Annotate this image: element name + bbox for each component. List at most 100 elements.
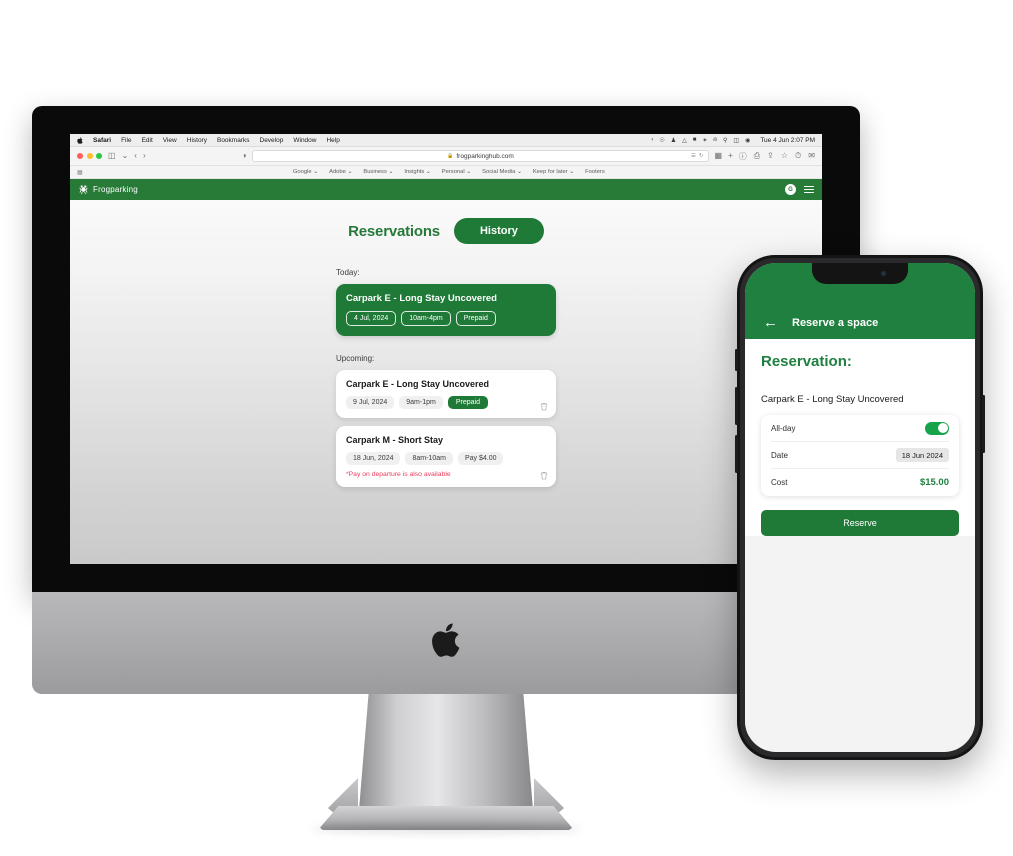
bookmark-business[interactable]: Business ⌄ [363,169,393,175]
chip-status: Prepaid [447,396,488,409]
menu-help[interactable]: Help [326,137,339,144]
forward-button-icon[interactable]: › [143,152,146,160]
imac-stand-neck [358,694,534,822]
headphones-icon[interactable]: ♟ [671,137,676,144]
menu-edit[interactable]: Edit [142,137,153,144]
menu-bookmarks[interactable]: Bookmarks [217,137,250,144]
menubar-clock[interactable]: Tue 4 Jun 2:07 PM [760,137,815,144]
bookmark-star-icon[interactable]: ☆ [781,151,788,162]
all-day-toggle[interactable] [925,421,949,435]
url-text: frogparkinghub.com [456,152,514,160]
reservations-list: Today: Carpark E - Long Stay Uncovered 4… [336,268,556,487]
chip-date: 4 Jul, 2024 [346,311,397,326]
imac-shadow [311,824,581,834]
address-bar[interactable]: 🔒 frogparkinghub.com ☰ ↻ [252,150,709,162]
battery-icon[interactable]: ■ [693,137,697,143]
app-body: Reservations History Today: Carpark E - … [70,200,822,564]
chip-time: 9am-1pm [399,396,443,409]
print-icon[interactable]: ⎙ [754,151,760,162]
sidebar-icon[interactable]: ◫ [108,152,116,160]
card-title: Carpark M - Short Stay [346,435,444,445]
pay-on-departure-note: *Pay on departure is also available [346,471,451,478]
tab-reservations[interactable]: Reservations [348,223,440,240]
menubar-status-icons: ‹ ☉ ♟ △ ■ ✶ ⍝ ⚲ ◫ ◉ [651,137,750,144]
refresh-icon[interactable]: ↻ [699,153,704,159]
menu-view[interactable]: View [163,137,177,144]
chip-time: 8am-10am [405,452,453,465]
privacy-shield-icon[interactable]: ◑ [242,152,247,160]
chevron-down-icon[interactable]: ⌄ [122,152,129,160]
bookmark-social-media[interactable]: Social Media ⌄ [482,169,522,175]
upcoming-reservation-card[interactable]: Carpark M - Short Stay 18 Jun, 2024 8am-… [336,426,556,487]
bookmark-insights[interactable]: Insights ⌄ [404,169,430,175]
phone-heading: Reservation: [761,353,852,370]
cost-value: $15.00 [919,477,949,488]
apple-icon[interactable] [77,136,83,144]
bookmark-google[interactable]: Google ⌄ [293,169,318,175]
siri-icon[interactable]: ◉ [745,137,750,144]
brand[interactable]: Frogparking [78,184,138,195]
avatar[interactable]: G [785,184,796,195]
arrow-left-icon[interactable]: ← [763,315,778,330]
today-reservation-card[interactable]: Carpark E - Long Stay Uncovered 4 Jul, 2… [336,284,556,336]
section-label-today: Today: [336,268,360,277]
frog-logo-icon [79,185,88,195]
wifi-icon[interactable]: ⍝ [713,137,717,144]
maximize-window-button[interactable] [96,153,102,159]
app-header: Frogparking G [70,179,822,200]
row-date[interactable]: Date 18 Jun 2024 [771,442,949,469]
phone-empty-area [745,536,975,736]
control-center-icon[interactable]: ◫ [733,137,739,144]
back-button-icon[interactable]: ‹ [134,152,137,160]
menu-develop[interactable]: Develop [260,137,284,144]
menu-file[interactable]: File [121,137,131,144]
bookmark-personal[interactable]: Personal ⌄ [442,169,471,175]
phone-nav-title: Reserve a space [792,316,879,329]
phone-volume-down-button[interactable] [735,435,738,473]
bluetooth-icon[interactable]: ✶ [702,137,707,144]
upcoming-reservation-card[interactable]: Carpark E - Long Stay Uncovered 9 Jul, 2… [336,370,556,418]
history-clock-icon[interactable]: ⏱ [795,151,801,162]
trash-icon[interactable] [540,402,548,411]
phone-notch [812,263,908,284]
row-all-day[interactable]: All-day [771,415,949,442]
phone-mute-switch[interactable] [735,349,738,371]
downloads-icon[interactable]: ⓘ [739,151,747,162]
new-tab-plus-icon[interactable]: + [728,152,733,160]
front-camera-icon [881,271,886,276]
bookmark-footers[interactable]: Footers [585,169,605,175]
date-value[interactable]: 18 Jun 2024 [895,448,949,462]
iphone-device: ← Reserve a space Reservation: Carpark E… [735,255,985,760]
shield-icon[interactable]: ☉ [659,137,664,144]
reservation-options-card: All-day Date 18 Jun 2024 Cost $15.00 [761,415,959,496]
share-icon[interactable]: ⇪ [767,151,774,162]
menu-safari[interactable]: Safari [93,137,111,144]
imac-screen: Safari File Edit View History Bookmarks … [70,134,822,564]
trash-icon[interactable] [540,471,548,480]
phone-volume-up-button[interactable] [735,387,738,425]
today-card-chips: 4 Jul, 2024 10am-4pm Prepaid [346,311,546,326]
reader-icon[interactable]: ☰ [691,153,696,159]
window-traffic-lights [77,153,102,159]
hamburger-menu-icon[interactable] [804,186,814,193]
chip-status: Prepaid [455,311,496,326]
phone-screen: ← Reserve a space Reservation: Carpark E… [745,263,975,752]
menu-history[interactable]: History [187,137,207,144]
phone-power-button[interactable] [982,395,985,453]
bookmark-keep-for-later[interactable]: Keep for later ⌄ [533,169,574,175]
tab-overview-icon[interactable]: ▦ [715,152,723,160]
lock-icon: 🔒 [447,153,454,159]
tab-history-button[interactable]: History [453,218,544,244]
section-label-upcoming: Upcoming: [336,354,375,363]
minimize-window-button[interactable] [86,153,93,159]
airplay-icon[interactable]: △ [682,137,687,144]
search-icon[interactable]: ⚲ [723,137,727,144]
mail-icon[interactable]: ✉ [808,151,815,162]
cost-label: Cost [771,478,788,487]
menu-window[interactable]: Window [293,137,316,144]
chevron-left-icon[interactable]: ‹ [651,137,653,143]
chip-time: 10am-4pm [401,311,451,326]
reserve-button[interactable]: Reserve [761,510,959,536]
bookmark-adobe[interactable]: Adobe ⌄ [329,169,352,175]
close-window-button[interactable] [77,153,83,159]
